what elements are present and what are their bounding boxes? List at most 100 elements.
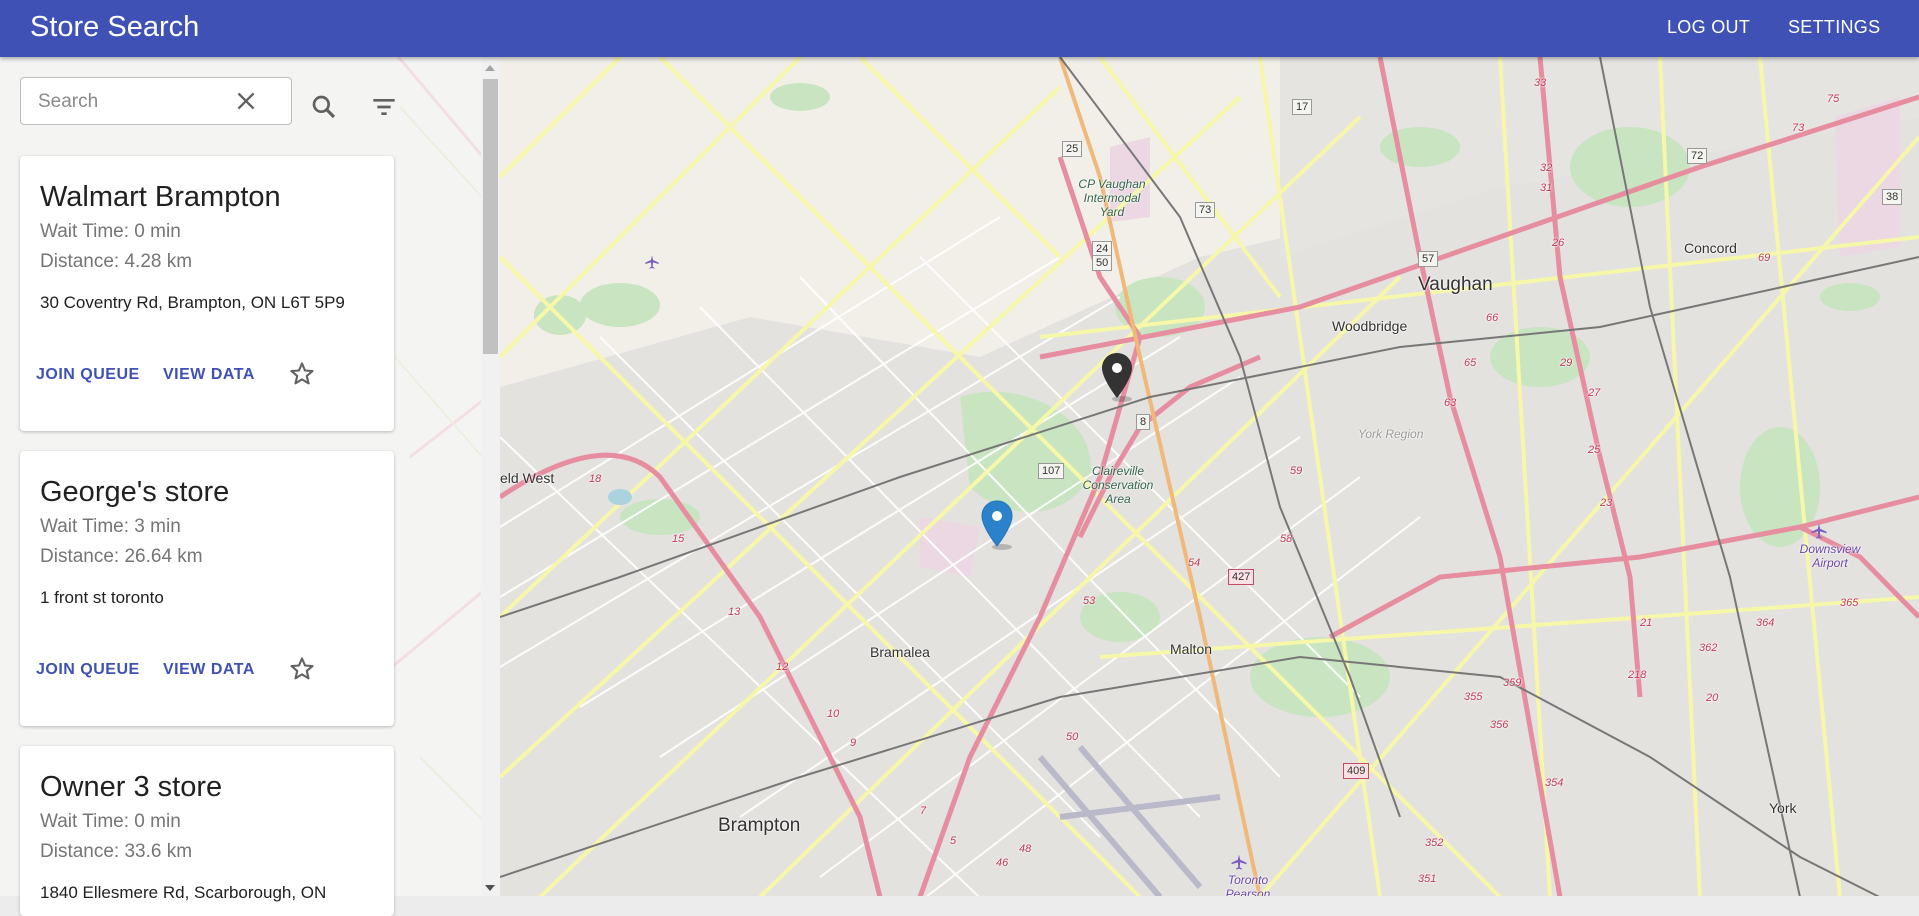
airport-icon [1231, 854, 1247, 870]
route-number: 65 [1464, 357, 1477, 369]
route-number: 63 [1444, 397, 1457, 409]
route-number: 351 [1418, 873, 1437, 885]
route-number: 364 [1756, 617, 1775, 629]
store-card: Owner 3 store Wait Time: 0 min Distance:… [20, 746, 394, 916]
route-number: 59 [1290, 465, 1303, 477]
scroll-up-icon[interactable] [485, 65, 495, 71]
route-number: 31 [1540, 182, 1553, 194]
route-shield: 38 [1882, 189, 1903, 205]
current-location-pin-icon[interactable] [1100, 352, 1134, 402]
route-number: 53 [1083, 595, 1096, 607]
search-icon[interactable] [308, 91, 340, 123]
route-number: 33 [1534, 77, 1547, 89]
store-distance: Distance: 26.64 km [40, 546, 203, 567]
route-number: 359 [1503, 677, 1522, 689]
store-wait-time: Wait Time: 3 min [40, 516, 181, 537]
route-number: 13 [728, 606, 741, 618]
store-wait-time: Wait Time: 0 min [40, 811, 181, 832]
route-number: 26 [1552, 237, 1565, 249]
map-pin-icon[interactable] [980, 500, 1014, 550]
map-label-brampton: Brampton [718, 815, 801, 836]
route-number: 32 [1540, 162, 1553, 174]
route-shield: 17 [1292, 99, 1313, 115]
map-view[interactable]: Vaughan Concord Woodbridge Bramalea Bram… [500, 57, 1919, 896]
route-number: 25 [1588, 444, 1601, 456]
settings-button[interactable]: SETTINGS [1788, 16, 1880, 38]
route-shield: 409 [1343, 763, 1370, 779]
scrollbar-thumb[interactable] [483, 79, 498, 354]
map-label-claireville: Claireville Conservation Area [1082, 464, 1154, 506]
map-label-york-region: York Region [1358, 427, 1424, 441]
route-number: 20 [1706, 692, 1719, 704]
route-number: 73 [1792, 122, 1805, 134]
store-address: 1840 Ellesmere Rd, Scarborough, ON [40, 883, 327, 902]
route-shield: 25 [1062, 141, 1083, 157]
route-number: 27 [1588, 387, 1601, 399]
logout-button[interactable]: LOG OUT [1667, 16, 1750, 38]
route-number: 356 [1490, 719, 1509, 731]
route-number: 218 [1628, 669, 1647, 681]
view-data-button[interactable]: VIEW DATA [163, 366, 255, 384]
route-number: 66 [1486, 312, 1499, 324]
store-distance: Distance: 33.6 km [40, 841, 193, 862]
route-number: 362 [1699, 642, 1718, 654]
route-number: 12 [776, 661, 789, 673]
map-label-cp-yard: CP Vaughan Intermodal Yard [1078, 177, 1146, 219]
view-data-button[interactable]: VIEW DATA [163, 661, 255, 679]
route-number: 29 [1560, 357, 1573, 369]
route-number: 7 [920, 805, 927, 817]
route-number: 50 [1066, 731, 1079, 743]
app-bar: Store Search LOG OUT SETTINGS [0, 0, 1919, 57]
store-distance: Distance: 4.28 km [40, 251, 193, 272]
route-number: 23 [1600, 497, 1613, 509]
route-number: 354 [1545, 777, 1564, 789]
sidebar-scrollbar[interactable] [481, 57, 500, 896]
store-name: George's store [40, 476, 230, 508]
star-outline-icon[interactable] [288, 360, 316, 388]
store-card: George's store Wait Time: 3 min Distance… [20, 451, 394, 726]
map-label-concord: Concord [1684, 240, 1737, 256]
store-name: Owner 3 store [40, 771, 223, 803]
route-number: 46 [996, 857, 1009, 869]
store-name: Walmart Brampton [40, 181, 281, 213]
route-number: 355 [1464, 691, 1483, 703]
route-number: 54 [1188, 557, 1201, 569]
route-number: 5 [950, 835, 957, 847]
join-queue-button[interactable]: JOIN QUEUE [36, 366, 140, 384]
route-number: 21 [1640, 617, 1653, 629]
route-number: 69 [1758, 252, 1771, 264]
filter-icon[interactable] [368, 91, 400, 123]
map-label-downsview: Downsview Airport [1799, 542, 1861, 570]
route-shield: 50 [1092, 255, 1113, 271]
route-number: 75 [1827, 93, 1840, 105]
store-wait-time: Wait Time: 0 min [40, 221, 181, 242]
route-number: 10 [827, 708, 840, 720]
app-title: Store Search [30, 11, 200, 43]
route-number: 58 [1280, 533, 1293, 545]
close-icon[interactable] [233, 88, 259, 114]
map-label-malton: Malton [1170, 641, 1213, 657]
map-label-woodbridge: Woodbridge [1332, 318, 1408, 334]
search-field[interactable] [20, 77, 292, 125]
route-shield: 72 [1687, 148, 1708, 164]
search-input[interactable] [36, 90, 230, 114]
route-shield: 427 [1228, 569, 1255, 585]
map-tiles [500, 57, 1919, 896]
route-shield: 57 [1418, 251, 1439, 267]
route-shield: 73 [1195, 202, 1216, 218]
scroll-down-icon[interactable] [485, 885, 495, 891]
map-label-bramalea: Bramalea [870, 644, 930, 660]
airport-icon [645, 255, 659, 269]
join-queue-button[interactable]: JOIN QUEUE [36, 661, 140, 679]
route-number: 48 [1019, 843, 1032, 855]
route-shield: 8 [1136, 414, 1151, 430]
map-label-vaughan: Vaughan [1418, 274, 1493, 295]
map-label-york: York [1769, 800, 1797, 816]
route-number: 365 [1840, 597, 1859, 609]
store-address: 1 front st toronto [40, 588, 164, 607]
route-shield: 107 [1038, 463, 1065, 479]
star-outline-icon[interactable] [288, 655, 316, 683]
map-label-field-west: eld West [500, 470, 555, 486]
store-address: 30 Coventry Rd, Brampton, ON L6T 5P9 [40, 293, 345, 312]
route-number: 18 [589, 473, 602, 485]
